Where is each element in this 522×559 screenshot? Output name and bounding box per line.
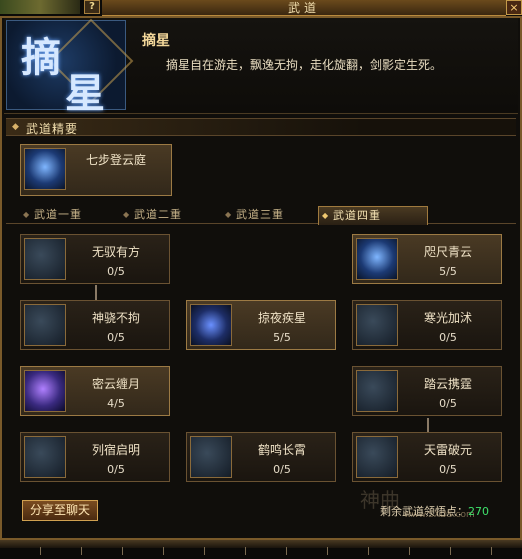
stars-icon [190, 304, 232, 346]
toolbar-slot[interactable] [410, 547, 451, 555]
skill-node[interactable]: 神骁不拘 0/5 [20, 300, 170, 350]
toolbar-slot[interactable] [41, 547, 82, 555]
toolbar-slot[interactable] [164, 547, 205, 555]
skill-node[interactable]: 寒光加沭 0/5 [352, 300, 502, 350]
remaining-points: 剩余武道领悟点：270 [380, 503, 489, 519]
style-name: 摘星 [142, 33, 170, 49]
scroll-icon [24, 238, 66, 280]
skill-level: 5/5 [273, 331, 291, 344]
skill-name: 鹤鸣长霄 [257, 443, 306, 457]
thunder-icon [356, 370, 398, 412]
skill-name: 寒光加沭 [423, 311, 472, 325]
swirl-icon [24, 304, 66, 346]
cloud-step-icon [24, 148, 66, 190]
featured-skill[interactable]: 七步登云庭 [20, 144, 172, 196]
close-button[interactable]: × [506, 0, 522, 15]
tab-level-2[interactable]: ◆ 武道二重 [120, 206, 226, 224]
tab-level-1[interactable]: ◆ 武道一重 [20, 206, 126, 224]
crane-icon [190, 436, 232, 478]
toolbar-slot[interactable] [246, 547, 287, 555]
toolbar-slot[interactable] [0, 547, 41, 555]
tab-dot-icon: ◆ [23, 210, 31, 219]
skill-name: 踏云携霆 [423, 377, 472, 391]
tab-dot-icon: ◆ [225, 210, 233, 219]
toolbar-slot[interactable] [451, 547, 492, 555]
top-left-decor [0, 0, 80, 14]
emblem-char-1: 摘 [21, 34, 61, 81]
lightning-icon [356, 436, 398, 478]
points-value: 270 [468, 505, 489, 518]
toolbar-slot[interactable] [205, 547, 246, 555]
bottom-toolbar [0, 540, 522, 555]
skill-node[interactable]: 无驭有方 0/5 [20, 234, 170, 284]
skill-node[interactable]: 密云缠月 4/5 [20, 366, 170, 416]
blade-icon [356, 304, 398, 346]
connector-line [427, 418, 429, 432]
tab-dot-icon: ◆ [123, 210, 131, 219]
tab-label: 武道四重 [333, 209, 381, 222]
skill-node[interactable]: 掠夜疾星 5/5 [186, 300, 336, 350]
skill-level: 0/5 [107, 265, 125, 278]
section-title: 武道精要 [26, 122, 79, 136]
skill-node[interactable]: 鹤鸣长霄 0/5 [186, 432, 336, 482]
tab-label: 武道三重 [236, 208, 284, 221]
diamond-icon: ◆ [12, 122, 19, 132]
tab-level-3[interactable]: ◆ 武道三重 [222, 206, 328, 224]
skill-level: 0/5 [439, 397, 457, 410]
skill-name: 神骁不拘 [91, 311, 140, 325]
connector-line [95, 285, 97, 301]
skill-node[interactable]: 天雷破元 0/5 [352, 432, 502, 482]
share-to-chat-button[interactable]: 分享至聊天 [22, 500, 98, 521]
style-emblem: 摘 星 [6, 18, 134, 117]
toolbar-slot[interactable] [328, 547, 369, 555]
help-button[interactable]: ? [84, 0, 100, 14]
toolbar-slot[interactable] [82, 547, 123, 555]
section-title-bar: ◆ 武道精要 [6, 118, 516, 136]
skill-level: 5/5 [439, 265, 457, 278]
skill-name: 列宿启明 [91, 443, 140, 457]
skill-level: 0/5 [107, 331, 125, 344]
blue-figure-icon [356, 238, 398, 280]
toolbar-slot[interactable] [287, 547, 328, 555]
constellation-icon [24, 436, 66, 478]
skill-name: 掠夜疾星 [257, 311, 306, 325]
points-label: 剩余武道领悟点： [380, 505, 468, 518]
tab-level-4[interactable]: ◆ 武道四重 [318, 206, 428, 225]
skill-level: 0/5 [439, 463, 457, 476]
tab-label: 武道一重 [34, 208, 82, 221]
skill-node[interactable]: 踏云携霆 0/5 [352, 366, 502, 416]
style-description: 摘星自在游走，飘逸无拘，走化旋翻，剑影定生死。 [166, 58, 443, 72]
featured-skill-name: 七步登云庭 [85, 153, 146, 167]
tab-label: 武道二重 [134, 208, 182, 221]
skill-level: 0/5 [273, 463, 291, 476]
toolbar-slot[interactable] [369, 547, 410, 555]
skill-name: 无驭有方 [91, 245, 140, 259]
toolbar-slot[interactable] [123, 547, 164, 555]
emblem-char-2: 星 [65, 70, 105, 117]
moon-swirl-icon [24, 370, 66, 412]
tab-dot-icon: ◆ [322, 211, 330, 220]
skill-name: 天雷破元 [423, 443, 472, 457]
skill-node[interactable]: 咫尺青云 5/5 [352, 234, 502, 284]
skill-node[interactable]: 列宿启明 0/5 [20, 432, 170, 482]
window-title: 武道 [102, 0, 506, 16]
skill-name: 咫尺青云 [423, 245, 472, 259]
skill-name: 密云缠月 [91, 377, 140, 391]
skill-level: 0/5 [439, 331, 457, 344]
skill-level: 4/5 [107, 397, 125, 410]
skill-level: 0/5 [107, 463, 125, 476]
